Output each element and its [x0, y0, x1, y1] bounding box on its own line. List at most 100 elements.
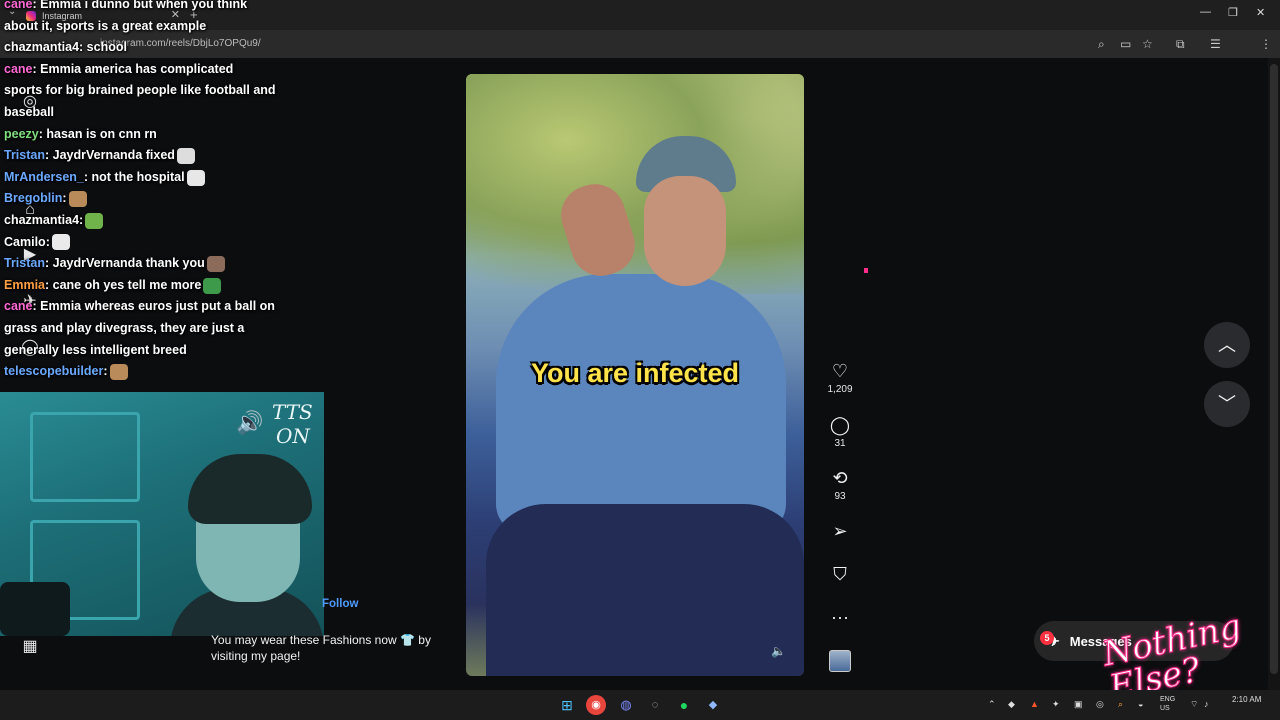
more-options-button[interactable]: ··· — [822, 606, 858, 628]
chat-text: : — [45, 234, 50, 249]
region-code: US — [1160, 705, 1170, 712]
tray-overflow-icon[interactable]: ⌃ — [988, 699, 996, 710]
reel-video[interactable]: You are infected 🔈 — [466, 74, 804, 676]
chat-message: baseball — [4, 102, 304, 124]
follow-link[interactable]: Follow — [322, 598, 358, 610]
chat-emote — [203, 277, 222, 294]
chat-message: cane: Emmia america has complicated — [4, 59, 304, 81]
chat-username[interactable]: Tristan — [4, 256, 45, 270]
door-panel — [30, 412, 140, 502]
chat-text: : Emmia i dunno but when you think — [32, 0, 248, 11]
clock[interactable]: 2:10 AM — [1232, 695, 1261, 705]
share-icon: ➢ — [832, 521, 848, 541]
chat-message: cane: Emmia i dunno but when you think — [4, 0, 304, 16]
tab-search-icon[interactable]: ☰ — [1210, 37, 1221, 51]
tray-app-icon[interactable]: ◒ — [1138, 699, 1143, 709]
reel-caption: You are infected — [530, 358, 740, 388]
tray-app-icon[interactable]: ⌕ — [1118, 699, 1123, 710]
tray-app-icon[interactable]: ◆ — [1008, 699, 1015, 710]
chat-message: sports for big brained people like footb… — [4, 80, 304, 102]
chrome-icon[interactable]: ◉ — [586, 695, 606, 715]
previous-reel-button[interactable]: ︿ — [1204, 322, 1250, 368]
chat-message: Bregoblin: — [4, 188, 304, 210]
chat-username[interactable]: Camilo — [4, 235, 46, 249]
chat-username[interactable]: Tristan — [4, 148, 45, 162]
chat-emote — [85, 212, 104, 229]
chat-text: : JaydrVernanda fixed — [45, 148, 175, 163]
chat-username[interactable]: chazmantia4 — [4, 213, 79, 227]
chat-username[interactable]: MrAndersen_ — [4, 170, 84, 184]
discord-icon[interactable]: ◍ — [616, 695, 636, 715]
zoom-icon[interactable]: ⌕ — [1098, 37, 1105, 52]
chevron-down-icon: ﹀ — [1218, 394, 1236, 414]
chat-username[interactable]: Emmia — [4, 278, 45, 292]
like-count: 1,209 — [827, 384, 853, 395]
minimize-button[interactable]: — — [1200, 6, 1211, 18]
chat-text: : cane oh yes tell me more — [45, 277, 202, 292]
tts-state: ON — [276, 424, 310, 448]
chat-emote — [206, 255, 225, 272]
chat-username[interactable]: telescopebuilder — [4, 364, 103, 378]
extensions-icon[interactable]: ⧉ — [1176, 37, 1185, 52]
more-icon: ··· — [831, 607, 849, 627]
next-reel-button[interactable]: ﹀ — [1204, 381, 1250, 427]
chat-text: : — [62, 191, 67, 206]
chat-text: : school — [79, 40, 127, 55]
chat-username[interactable]: cane — [4, 0, 33, 11]
spotify-icon[interactable]: ● — [674, 695, 694, 715]
repost-count: 93 — [834, 491, 846, 502]
person-shirt — [496, 274, 786, 534]
comment-count: 31 — [834, 438, 846, 449]
chat-message: telescopebuilder: — [4, 361, 304, 383]
chat-text: : Emmia whereas euros just put a ball on — [32, 299, 275, 314]
chat-message: grass and play divegrass, they are just … — [4, 318, 304, 340]
volume-icon[interactable]: ♪ — [1204, 699, 1209, 709]
chat-username[interactable]: Bregoblin — [4, 191, 62, 205]
obs-icon[interactable]: ◌ — [645, 695, 665, 715]
language-indicator[interactable]: ENG US — [1160, 695, 1175, 713]
windows-start-icon[interactable]: ⊞ — [557, 695, 577, 715]
person-pants — [486, 504, 804, 676]
brave-icon[interactable]: ▲ — [1030, 699, 1039, 709]
close-window-button[interactable]: ✕ — [1256, 6, 1265, 19]
wifi-icon[interactable]: ⌔ — [1190, 699, 1198, 710]
share-button[interactable]: ➢ — [822, 520, 858, 542]
cast-icon[interactable]: ▭ — [1120, 37, 1131, 51]
heart-icon: ♡ — [831, 361, 849, 381]
like-button[interactable]: ♡ 1,209 — [822, 360, 858, 395]
tray-app-icon[interactable]: ▣ — [1074, 699, 1083, 710]
comment-button[interactable]: ◯ 31 — [822, 414, 858, 449]
bookmark-star-icon[interactable]: ☆ — [1142, 37, 1153, 51]
repost-button[interactable]: ⟲ 93 — [822, 467, 858, 502]
tts-label: TTS — [272, 400, 313, 424]
background-trees — [466, 74, 804, 294]
steam-icon[interactable]: ◆ — [703, 695, 723, 715]
save-button[interactable]: ⛉ — [822, 563, 858, 585]
chat-message: generally less intelligent breed — [4, 340, 304, 362]
microphone — [0, 582, 70, 636]
scrollbar[interactable] — [1268, 58, 1280, 690]
chat-username[interactable]: cane — [4, 299, 33, 313]
scrollbar-thumb[interactable] — [1270, 64, 1278, 674]
chat-username[interactable]: cane — [4, 62, 33, 76]
chat-message: chazmantia4: school — [4, 37, 304, 59]
windows-taskbar: ⊞ ◉ ◍ ◌ ● ◆ ⌃ ◆ ▲ ✦ ▣ ◎ ⌕ ◒ ENG US ⌔ ♪ 2… — [0, 690, 1280, 720]
chat-emote — [68, 191, 87, 208]
person-face — [644, 176, 726, 286]
tray-app-icon[interactable]: ◎ — [1096, 699, 1104, 710]
mute-icon[interactable]: 🔈 — [771, 644, 786, 658]
chat-username[interactable]: peezy — [4, 127, 39, 141]
clock-time: 2:10 AM — [1232, 695, 1262, 704]
chat-message: Tristan: JaydrVernanda thank you — [4, 253, 304, 275]
mouse-cursor — [864, 268, 868, 273]
audio-thumbnail[interactable] — [829, 650, 851, 672]
chat-message: Tristan: JaydrVernanda fixed — [4, 145, 304, 167]
tts-indicator: 🔊 TTS ON — [236, 402, 322, 452]
browser-menu-icon[interactable]: ⋮ — [1260, 37, 1272, 51]
tray-app-icon[interactable]: ✦ — [1052, 699, 1060, 710]
chat-username[interactable]: chazmantia4 — [4, 40, 79, 54]
maximize-button[interactable]: ❐ — [1228, 6, 1238, 19]
chat-message: peezy: hasan is on cnn rn — [4, 124, 304, 146]
more-menu-icon[interactable]: ▦ — [20, 637, 40, 657]
chat-message: chazmantia4: — [4, 210, 304, 232]
